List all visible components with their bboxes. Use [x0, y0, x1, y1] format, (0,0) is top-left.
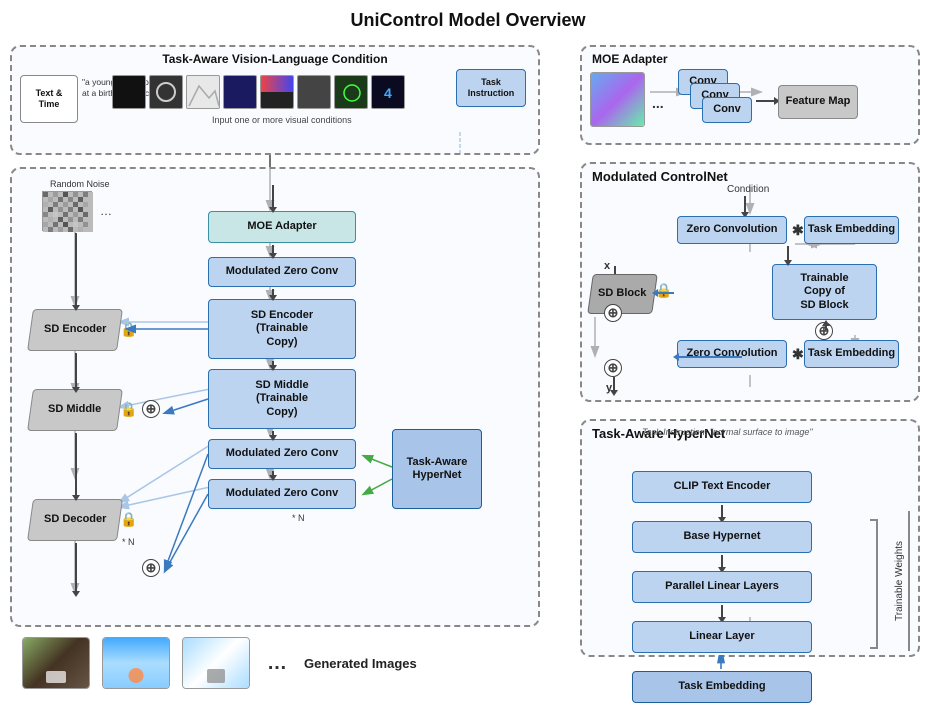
arrow-conv1-to-trainable: [787, 246, 789, 262]
sd-decoder-box: SD Decoder: [27, 499, 123, 541]
vlc-panel: Task-Aware Vision-Language Condition Tex…: [10, 45, 540, 155]
vlc-thumb-7: [334, 75, 368, 109]
base-hypernet-box: Base Hypernet: [632, 521, 812, 553]
clip-text-encoder-box: CLIP Text Encoder: [632, 471, 812, 503]
multiply1: ✱: [792, 222, 804, 239]
arrow-encoder-to-middle: [75, 353, 77, 389]
zero-conv1-box: Zero Convolution: [677, 216, 787, 244]
sd-decoder-lock: 🔒: [120, 511, 137, 528]
vlc-thumb-6: [297, 75, 331, 109]
arrow-trainable-to-plus: [825, 322, 827, 330]
n-label1: * N: [122, 537, 135, 547]
task-aware-hypernet-box: Task-Aware HyperNet: [392, 429, 482, 509]
arrow-noise-to-encoder: [75, 233, 77, 307]
arrow-enc-copy-to-mid-copy: [272, 361, 274, 367]
sd-middle-copy-box: SD Middle (Trainable Copy): [208, 369, 356, 429]
arrow-decoder-down: [75, 543, 77, 593]
gen-img-1: [22, 637, 90, 689]
arr-linear-to-task-embed: [717, 655, 725, 669]
modulated-zero-conv3-box: Modulated Zero Conv: [208, 479, 356, 509]
sd-middle-lock: 🔒: [120, 401, 137, 418]
controlnet-cond-arrow: [744, 196, 746, 214]
modulated-zero-conv2-box: Modulated Zero Conv: [208, 439, 356, 469]
ellipsis-noise: …: [100, 204, 112, 218]
gen-img-ellipsis: …: [267, 652, 287, 675]
condition-label: Condition: [727, 184, 769, 195]
moe-input-image: [590, 72, 645, 127]
vlc-thumb-4: [223, 75, 257, 109]
parallel-linear-box: Parallel Linear Layers: [632, 571, 812, 603]
gen-img-3: [182, 637, 250, 689]
vlc-thumb-1: [112, 75, 146, 109]
n-label2: * N: [292, 513, 305, 523]
modulated-zero-conv1-box: Modulated Zero Conv: [208, 257, 356, 287]
sd-encoder-copy-box: SD Encoder (Trainable Copy): [208, 299, 356, 359]
moe-feature-map-box: Feature Map: [778, 85, 858, 119]
diagram-area: Task-Aware Vision-Language Condition Tex…: [0, 37, 936, 657]
sd-encoder-box: SD Encoder: [27, 309, 123, 351]
main-panel: Random Noise: [10, 167, 540, 627]
controlnet-panel-title: Modulated ControlNet: [592, 169, 728, 184]
vlc-thumb-3: [186, 75, 220, 109]
plus-circle-decoder: ⊕: [142, 559, 160, 577]
arr-base-to-parallel: [721, 555, 723, 569]
vlc-images-row: 4: [112, 75, 405, 109]
arr-clip-to-base: [721, 505, 723, 519]
task-embedding-final-box: Task Embedding: [632, 671, 812, 703]
arrow-plus-y-down: [613, 377, 615, 392]
random-noise-label: Random Noise: [50, 179, 110, 189]
task-instruction-label: Task Instruction: "normal surface to ima…: [642, 427, 813, 437]
trainable-weights-label: Trainable Weights: [894, 511, 910, 651]
moe-top-panel: MOE Adapter ... Conv Conv Conv Feature M…: [580, 45, 920, 145]
moe-top-panel-title: MOE Adapter: [592, 52, 668, 66]
gen-img-2: [102, 637, 170, 689]
x-arrow: [614, 266, 616, 274]
arrow-middle-to-decoder: [75, 433, 77, 497]
moe-arrow: [756, 100, 776, 102]
arrow-conv2-to-y: [677, 356, 742, 358]
moe-adapter-main-box: MOE Adapter: [208, 211, 356, 243]
linear-layer-box: Linear Layer: [632, 621, 812, 653]
vlc-thumb-2: [149, 75, 183, 109]
sd-encoder-lock: 🔒: [120, 321, 137, 338]
hypernet-panel: Task-Aware HyperNet Task Instruction: "n…: [580, 419, 920, 657]
plus-circle-middle: ⊕: [142, 400, 160, 418]
input-label: Input one or more visual conditions: [212, 115, 352, 125]
generated-images-row: … Generated Images: [22, 637, 417, 689]
main-title: UniControl Model Overview: [0, 0, 936, 37]
zero-conv2-box: Zero Convolution: [677, 340, 787, 368]
arrow-vlc-to-moe: [272, 185, 274, 209]
vlc-panel-title: Task-Aware Vision-Language Condition: [162, 52, 387, 66]
arrow-conv2-to-conv3: [272, 471, 274, 477]
task-embedding1-box: Task Embedding: [804, 216, 899, 244]
noise-image: [42, 191, 92, 231]
svg-text:4: 4: [384, 85, 392, 101]
moe-dots: ...: [652, 95, 664, 111]
task-embedding2-box: Task Embedding: [804, 340, 899, 368]
sdblock-left-arrow: [656, 292, 674, 294]
vlc-thumb-8: 4: [371, 75, 405, 109]
trainable-weights-brace: [870, 519, 878, 649]
sd-middle-box: SD Middle: [27, 389, 123, 431]
arrow-mid-copy-to-conv2: [272, 431, 274, 437]
trainable-copy-box: Trainable Copy of SD Block: [772, 264, 877, 320]
moe-conv3-box: Conv: [702, 97, 752, 123]
controlnet-panel: Modulated ControlNet Condition Zero Conv…: [580, 162, 920, 402]
multiply2: ✱: [792, 346, 804, 363]
generated-images-label: Generated Images: [304, 656, 417, 671]
arrow-conv1-to-enc-copy: [272, 289, 274, 297]
task-instruction-vlc-box: Task Instruction: [456, 69, 526, 107]
arrow-moe-to-conv1: [272, 245, 274, 255]
plus-circle-x: ⊕: [604, 304, 622, 322]
text-time-box: Text & Time: [20, 75, 78, 123]
x-label: x: [604, 260, 610, 272]
vlc-thumb-5: [260, 75, 294, 109]
plus-circle-y: ⊕: [604, 359, 622, 377]
arr-parallel-to-linear: [721, 605, 723, 619]
sd-block-box: SD Block: [587, 274, 658, 314]
